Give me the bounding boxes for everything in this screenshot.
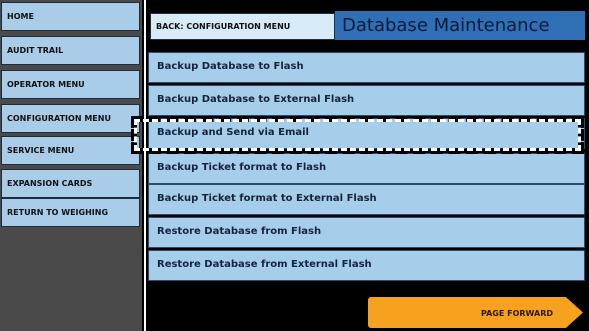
menu-item-backup-database-external-flash[interactable]: Backup Database to External Flash xyxy=(148,85,585,116)
menu-item-backup-ticket-flash[interactable]: Backup Ticket format to Flash xyxy=(148,153,585,184)
page-title: Database Maintenance xyxy=(335,11,585,40)
sidebar-item-return-to-weighing[interactable]: RETURN TO WEIGHING xyxy=(1,198,140,227)
sidebar-item-expansion-cards[interactable]: EXPANSION CARDS xyxy=(1,169,140,198)
sidebar-item-home[interactable]: HOME xyxy=(1,2,140,31)
menu-item-restore-database-external-flash[interactable]: Restore Database from External Flash xyxy=(148,250,585,281)
menu-item-restore-database-flash[interactable]: Restore Database from Flash xyxy=(148,217,585,248)
back-configuration-menu-button[interactable]: BACK: CONFIGURATION MENU xyxy=(150,13,335,40)
sidebar: HOME AUDIT TRAIL OPERATOR MENU CONFIGURA… xyxy=(0,0,144,331)
page-forward-button[interactable]: PAGE FORWARD xyxy=(368,297,583,328)
sidebar-item-service-menu[interactable]: SERVICE MENU xyxy=(1,136,140,165)
menu-item-backup-ticket-external-flash[interactable]: Backup Ticket format to External Flash xyxy=(148,184,585,215)
menu-item-backup-database-flash[interactable]: Backup Database to Flash xyxy=(148,52,585,83)
database-maintenance-screen: HOME AUDIT TRAIL OPERATOR MENU CONFIGURA… xyxy=(0,0,589,331)
sidebar-item-configuration-menu[interactable]: CONFIGURATION MENU xyxy=(1,104,140,133)
menu-item-backup-send-email[interactable]: Backup and Send via Email xyxy=(148,118,585,149)
sidebar-item-operator-menu[interactable]: OPERATOR MENU xyxy=(1,70,140,99)
sidebar-item-audit-trail[interactable]: AUDIT TRAIL xyxy=(1,36,140,65)
